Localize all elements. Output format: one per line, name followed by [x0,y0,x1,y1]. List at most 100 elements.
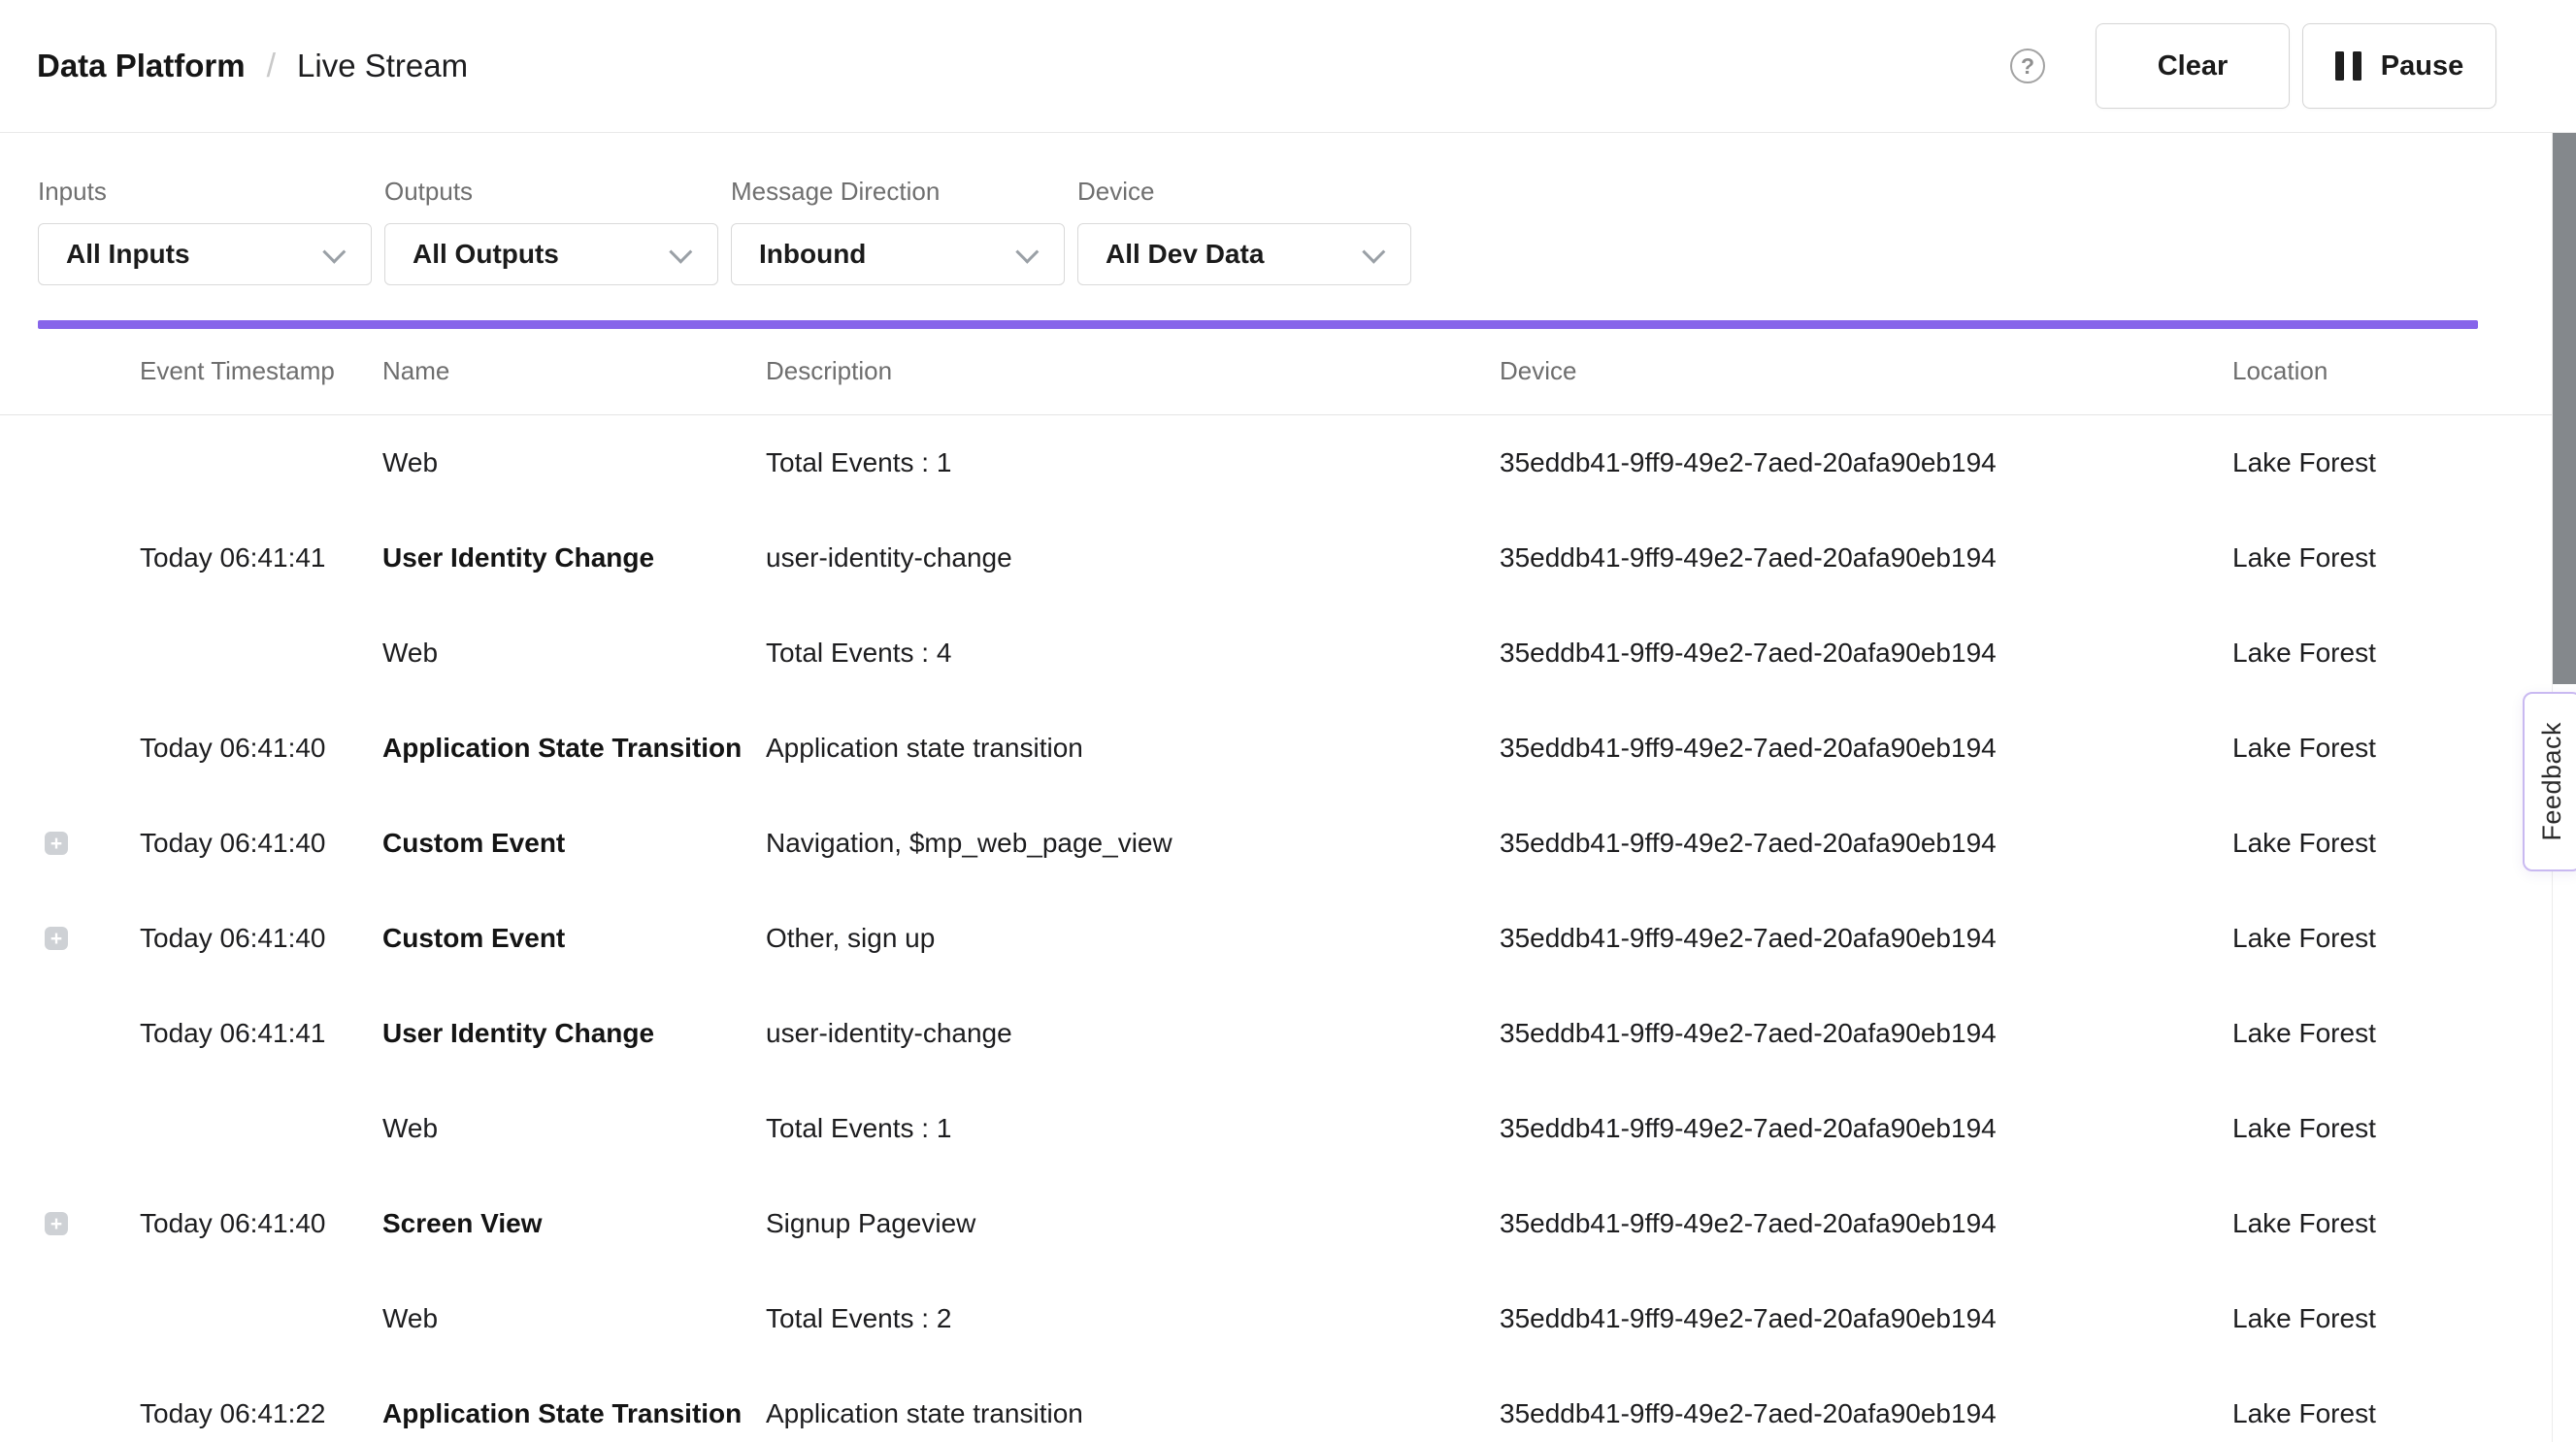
table-row[interactable]: Today 06:41:41User Identity Changeuser-i… [0,510,2553,606]
cell-device: 35eddb41-9ff9-49e2-7aed-20afa90eb194 [1500,638,2232,669]
filter-device: Device All Dev Data [1077,177,1411,285]
table-row[interactable]: WebTotal Events : 135eddb41-9ff9-49e2-7a… [0,415,2553,510]
column-location: Location [2232,356,2553,386]
breadcrumb-page-title: Live Stream [297,48,468,84]
inputs-select-value: All Inputs [66,239,190,270]
feedback-tab[interactable]: Feedback [2523,692,2576,871]
cell-location: Lake Forest [2232,1113,2553,1144]
scrollbar-thumb[interactable] [2553,133,2576,684]
expand-cell: + [0,927,140,950]
pause-icon [2335,51,2361,81]
device-select-value: All Dev Data [1106,239,1264,270]
chevron-down-icon [669,240,692,263]
cell-name: User Identity Change [382,1018,766,1049]
cell-device: 35eddb41-9ff9-49e2-7aed-20afa90eb194 [1500,1018,2232,1049]
cell-description: Navigation, $mp_web_page_view [766,828,1500,859]
breadcrumb-section[interactable]: Data Platform [37,48,246,84]
cell-description: user-identity-change [766,542,1500,574]
cell-device: 35eddb41-9ff9-49e2-7aed-20afa90eb194 [1500,1398,2232,1429]
pause-button[interactable]: Pause [2302,23,2496,109]
cell-device: 35eddb41-9ff9-49e2-7aed-20afa90eb194 [1500,733,2232,764]
filter-inputs: Inputs All Inputs [38,177,372,285]
cell-description: Application state transition [766,1398,1500,1429]
cell-location: Lake Forest [2232,447,2553,478]
cell-event-timestamp: Today 06:41:40 [140,828,382,859]
column-name: Name [382,356,766,386]
filter-device-label: Device [1077,177,1411,207]
device-select[interactable]: All Dev Data [1077,223,1411,285]
column-description: Description [766,356,1500,386]
inputs-select[interactable]: All Inputs [38,223,372,285]
cell-location: Lake Forest [2232,542,2553,574]
cell-device: 35eddb41-9ff9-49e2-7aed-20afa90eb194 [1500,447,2232,478]
cell-event-timestamp: Today 06:41:22 [140,1398,382,1429]
table-row[interactable]: WebTotal Events : 435eddb41-9ff9-49e2-7a… [0,606,2553,701]
help-icon[interactable]: ? [2010,49,2045,83]
cell-device: 35eddb41-9ff9-49e2-7aed-20afa90eb194 [1500,923,2232,954]
cell-description: user-identity-change [766,1018,1500,1049]
column-event-timestamp: Event Timestamp [140,356,382,386]
cell-location: Lake Forest [2232,1398,2553,1429]
expand-row-icon[interactable]: + [45,927,68,950]
cell-name: Custom Event [382,923,766,954]
feedback-tab-label: Feedback [2537,722,2567,841]
expand-row-icon[interactable]: + [45,832,68,855]
cell-description: Total Events : 2 [766,1303,1500,1334]
cell-name: Web [382,1113,766,1144]
filters-bar: Inputs All Inputs Outputs All Outputs Me… [38,177,1411,285]
page-header: Data Platform / Live Stream ? Clear Paus… [0,0,2576,133]
cell-name: Application State Transition [382,733,766,764]
chevron-down-icon [322,240,346,263]
cell-location: Lake Forest [2232,1208,2553,1239]
cell-location: Lake Forest [2232,733,2553,764]
cell-description: Total Events : 1 [766,1113,1500,1144]
table-row[interactable]: WebTotal Events : 235eddb41-9ff9-49e2-7a… [0,1271,2553,1366]
pause-button-label: Pause [2381,50,2463,82]
cell-device: 35eddb41-9ff9-49e2-7aed-20afa90eb194 [1500,542,2232,574]
cell-description: Application state transition [766,733,1500,764]
table-row[interactable]: Today 06:41:22Application State Transiti… [0,1366,2553,1442]
table-row[interactable]: + Today 06:41:40Screen ViewSignup Pagevie… [0,1176,2553,1271]
expand-cell: + [0,1212,140,1235]
breadcrumb: Data Platform / Live Stream [37,48,468,85]
cell-name: Web [382,1303,766,1334]
expand-row-icon[interactable]: + [45,1212,68,1235]
cell-name: Application State Transition [382,1398,766,1429]
cell-description: Signup Pageview [766,1208,1500,1239]
table-row[interactable]: Today 06:41:41User Identity Changeuser-i… [0,986,2553,1081]
table-row[interactable]: +Today 06:41:40Custom EventOther, sign u… [0,891,2553,986]
table-row[interactable]: + Today 06:41:40Custom EventNavigation, $… [0,796,2553,891]
live-stream-page: Data Platform / Live Stream ? Clear Paus… [0,0,2576,1442]
filter-message-direction: Message Direction Inbound [731,177,1065,285]
table-body: WebTotal Events : 135eddb41-9ff9-49e2-7a… [0,415,2553,1442]
column-device: Device [1500,356,2232,386]
cell-name: Custom Event [382,828,766,859]
message-direction-select[interactable]: Inbound [731,223,1065,285]
table-row[interactable]: WebTotal Events : 135eddb41-9ff9-49e2-7a… [0,1081,2553,1176]
cell-device: 35eddb41-9ff9-49e2-7aed-20afa90eb194 [1500,1113,2232,1144]
cell-location: Lake Forest [2232,1018,2553,1049]
cell-location: Lake Forest [2232,638,2553,669]
chevron-down-icon [1362,240,1385,263]
filter-outputs-label: Outputs [384,177,718,207]
cell-event-timestamp: Today 06:41:40 [140,923,382,954]
table-header: Event Timestamp Name Description Device … [0,328,2553,415]
cell-event-timestamp: Today 06:41:41 [140,1018,382,1049]
cell-name: User Identity Change [382,542,766,574]
cell-name: Web [382,638,766,669]
filter-outputs: Outputs All Outputs [384,177,718,285]
outputs-select[interactable]: All Outputs [384,223,718,285]
cell-event-timestamp: Today 06:41:40 [140,733,382,764]
clear-button[interactable]: Clear [2096,23,2290,109]
cell-location: Lake Forest [2232,828,2553,859]
cell-description: Total Events : 4 [766,638,1500,669]
cell-name: Screen View [382,1208,766,1239]
breadcrumb-separator: / [267,48,276,85]
cell-description: Total Events : 1 [766,447,1500,478]
table-row[interactable]: Today 06:41:40Application State Transiti… [0,701,2553,796]
cell-event-timestamp: Today 06:41:41 [140,542,382,574]
cell-location: Lake Forest [2232,1303,2553,1334]
expand-cell: + [0,832,140,855]
cell-event-timestamp: Today 06:41:40 [140,1208,382,1239]
message-direction-select-value: Inbound [759,239,866,270]
